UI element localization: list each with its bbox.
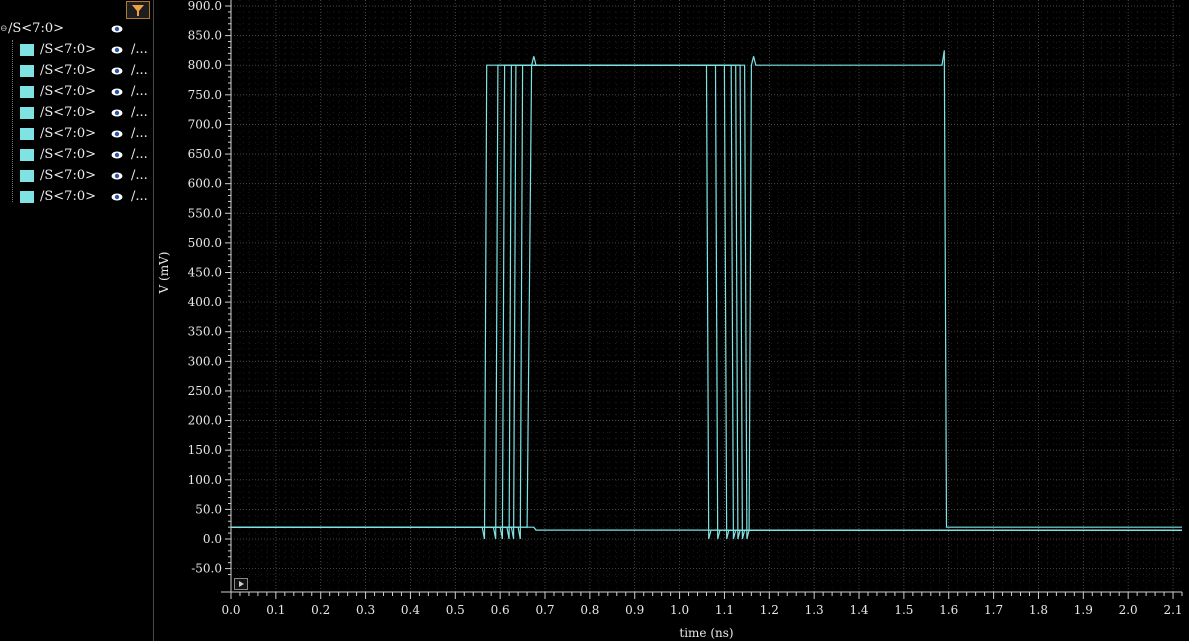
x-tick-label: 1.9 (1074, 603, 1093, 617)
signal-path: /... (131, 189, 148, 204)
signal-label: /S<7:0> (40, 126, 96, 141)
waveform-chart: -50.0 0.0 50.0 100.0 150.0 200.0 250.0 300.0 350… (157, 0, 1183, 640)
play-button[interactable] (234, 578, 248, 590)
y-tick-label: 700.0 (188, 117, 222, 131)
signal-row[interactable]: /S<7:0> /... (0, 103, 153, 123)
y-tick-label: 400.0 (188, 295, 222, 309)
tree-parent-row[interactable]: ⊖ /S<7:0> (0, 19, 153, 39)
x-tick-label: 1.8 (1029, 603, 1048, 617)
y-tick-label: 650.0 (188, 147, 222, 161)
signal-path: /... (131, 147, 148, 162)
y-tick-label: 200.0 (188, 414, 222, 428)
signal-label: /S<7:0> (40, 84, 96, 99)
signal-row[interactable]: /S<7:0> /... (0, 61, 153, 81)
signal-path: /... (131, 105, 148, 120)
eye-icon[interactable] (111, 171, 123, 181)
eye-icon[interactable] (111, 87, 123, 97)
filter-icon (132, 5, 144, 16)
y-tick-label: 800.0 (188, 58, 222, 72)
x-tick-label: 1.6 (939, 603, 958, 617)
y-tick-label: 450.0 (188, 266, 222, 280)
eye-icon[interactable] (111, 108, 123, 118)
collapse-toggle-icon[interactable]: ⊖ (0, 19, 8, 39)
y-tick-label: -50.0 (191, 562, 222, 576)
x-tick-label: 0.3 (356, 603, 375, 617)
signal-color-swatch[interactable] (20, 107, 34, 119)
y-tick-label: 100.0 (188, 473, 222, 487)
signal-label: /S<7:0> (40, 105, 96, 120)
y-tick-label: 750.0 (188, 88, 222, 102)
y-tick-label: 0.0 (203, 532, 222, 546)
y-tick-label: 150.0 (188, 443, 222, 457)
x-tick-label: 0.5 (446, 603, 465, 617)
x-tick-label: 1.5 (894, 603, 913, 617)
signal-row[interactable]: /S<7:0> /... (0, 124, 153, 144)
signal-row[interactable]: /S<7:0> /... (0, 166, 153, 186)
y-tick-label: 50.0 (195, 502, 222, 516)
waveform-series-0 (231, 64, 1182, 540)
x-tick-label: 0.0 (221, 603, 240, 617)
signal-color-swatch[interactable] (20, 44, 34, 56)
x-tick-label: 0.7 (535, 603, 554, 617)
signal-color-swatch[interactable] (20, 128, 34, 140)
x-axis-title: time (ns) (679, 626, 733, 640)
y-tick-label: 300.0 (188, 354, 222, 368)
y-tick-label: 600.0 (188, 177, 222, 191)
eye-icon[interactable] (111, 192, 123, 202)
signal-color-swatch[interactable] (20, 149, 34, 161)
parent-signal-label: /S<7:0> (8, 21, 64, 36)
x-tick-label: 0.1 (266, 603, 285, 617)
signal-label: /S<7:0> (40, 189, 96, 204)
signal-label: /S<7:0> (40, 42, 96, 57)
eye-icon[interactable] (111, 129, 123, 139)
signal-browser-panel: ⊖ /S<7:0> /S<7:0>/.../S<7:0>/.../S<7:0> /… (0, 0, 154, 641)
x-tick-label: 0.9 (625, 603, 644, 617)
signal-row[interactable]: /S<7:0> /... (0, 187, 153, 207)
signal-path: /... (131, 168, 148, 183)
x-tick-label: 0.8 (580, 603, 599, 617)
y-axis-title: V (mV) (157, 252, 171, 295)
x-tick-label: 2.0 (1119, 603, 1138, 617)
x-tick-label: 1.7 (984, 603, 1003, 617)
signal-path: /... (131, 63, 148, 78)
signal-row[interactable]: /S<7:0> /... (0, 145, 153, 165)
y-tick-label: 250.0 (188, 384, 222, 398)
signal-color-swatch[interactable] (20, 170, 34, 182)
signal-label: /S<7:0> (40, 63, 96, 78)
y-tick-label: 850.0 (188, 29, 222, 43)
eye-icon[interactable] (111, 66, 123, 76)
x-tick-label: 0.6 (491, 603, 510, 617)
y-tick-label: 550.0 (188, 206, 222, 220)
waveform-plot-area[interactable]: -50.0 0.0 50.0 100.0 150.0 200.0 250.0 300.0 350… (153, 0, 1189, 641)
signal-color-swatch[interactable] (20, 191, 34, 203)
signal-path: /... (131, 84, 148, 99)
signal-row[interactable]: /S<7:0> /... (0, 40, 153, 60)
signal-color-swatch[interactable] (20, 65, 34, 77)
signal-path: /... (131, 42, 148, 57)
x-tick-label: 1.1 (715, 603, 734, 617)
y-tick-label: 500.0 (188, 236, 222, 250)
eye-icon[interactable] (111, 150, 123, 160)
x-tick-label: 1.3 (805, 603, 824, 617)
y-tick-label: 900.0 (188, 0, 222, 13)
signal-label: /S<7:0> (40, 147, 96, 162)
signal-row[interactable]: /S<7:0> /... (0, 82, 153, 102)
eye-icon[interactable] (111, 45, 123, 55)
x-tick-label: 1.0 (670, 603, 689, 617)
eye-icon[interactable] (111, 24, 123, 34)
filter-button[interactable] (126, 1, 150, 19)
signal-label: /S<7:0> (40, 168, 96, 183)
x-tick-label: 0.2 (311, 603, 330, 617)
y-tick-label: 350.0 (188, 325, 222, 339)
x-tick-label: 1.4 (849, 603, 868, 617)
play-icon (239, 581, 244, 587)
x-tick-label: 0.4 (401, 603, 420, 617)
signal-color-swatch[interactable] (20, 86, 34, 98)
x-tick-label: 1.2 (760, 603, 779, 617)
x-tick-label: 2.1 (1163, 603, 1182, 617)
signal-path: /... (131, 126, 148, 141)
